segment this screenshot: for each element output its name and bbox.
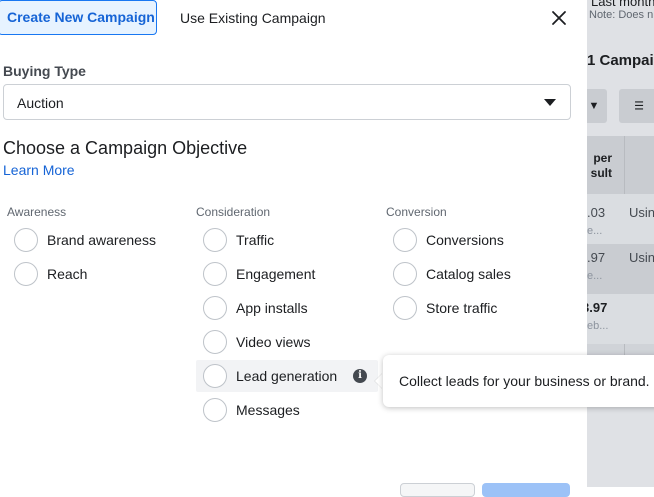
cost-value: 3.97 bbox=[587, 300, 608, 315]
date-note: Note: Does n bbox=[589, 9, 654, 21]
attribution-value: Usin bbox=[629, 250, 654, 265]
radio-button[interactable] bbox=[203, 398, 227, 422]
cost-value: .03 bbox=[587, 205, 606, 220]
option-label: Lead generation bbox=[236, 368, 338, 384]
objective-app-installs[interactable]: App installs bbox=[196, 292, 308, 324]
objective-traffic[interactable]: Traffic bbox=[196, 224, 274, 256]
header-line-1: per bbox=[593, 151, 612, 165]
buying-type-label: Buying Type bbox=[3, 63, 86, 79]
column-header-consideration: Consideration bbox=[196, 205, 271, 219]
buying-type-value: Auction bbox=[17, 95, 64, 111]
cost-sub: e... bbox=[587, 225, 603, 237]
radio-button[interactable] bbox=[203, 330, 227, 354]
objective-brand-awareness[interactable]: Brand awareness bbox=[7, 224, 156, 256]
radio-button[interactable] bbox=[203, 228, 227, 252]
lead-generation-tooltip: Collect leads for your business or brand… bbox=[383, 355, 654, 407]
option-label: Reach bbox=[47, 266, 88, 282]
option-label: Brand awareness bbox=[47, 232, 156, 248]
radio-button[interactable] bbox=[393, 262, 417, 286]
option-label: Video views bbox=[236, 334, 311, 350]
option-label: Traffic bbox=[236, 232, 275, 248]
tab-use-existing-campaign[interactable]: Use Existing Campaign bbox=[180, 10, 326, 26]
table-row: .97 e... Usin bbox=[587, 244, 654, 294]
radio-button[interactable] bbox=[203, 364, 227, 388]
option-label: Store traffic bbox=[426, 300, 498, 316]
buying-type-select[interactable]: Auction bbox=[3, 84, 571, 120]
header-line-2: sult bbox=[590, 166, 612, 180]
cost-value: .97 bbox=[587, 250, 606, 265]
tooltip-arrow bbox=[375, 373, 383, 389]
radio-button[interactable] bbox=[393, 228, 417, 252]
objective-store-traffic[interactable]: Store traffic bbox=[386, 292, 497, 324]
option-label: App installs bbox=[236, 300, 308, 316]
objective-conversions[interactable]: Conversions bbox=[386, 224, 504, 256]
dropdown-button: ▼ bbox=[587, 89, 607, 123]
background-ads-manager: Last month Note: Does n 1 Campai ▼ ☰ per… bbox=[587, 0, 654, 487]
objective-video-views[interactable]: Video views bbox=[196, 326, 310, 358]
cost-sub: eb... bbox=[587, 320, 609, 332]
attribution-value: Usin bbox=[629, 205, 654, 220]
caret-down-icon: ▼ bbox=[588, 100, 600, 112]
continue-button[interactable] bbox=[482, 483, 570, 497]
breakdown-icon: ☰ bbox=[634, 100, 644, 113]
breakdown-button: ☰ bbox=[619, 89, 654, 123]
option-label: Engagement bbox=[236, 266, 316, 282]
radio-button[interactable] bbox=[203, 296, 227, 320]
option-label: Catalog sales bbox=[426, 266, 511, 282]
cost-sub: e... bbox=[587, 270, 603, 282]
option-label: Messages bbox=[236, 402, 300, 418]
date-range-label: Last month bbox=[591, 0, 654, 9]
caret-down-icon bbox=[544, 99, 556, 106]
table-header-cost-per-result: per sult bbox=[587, 136, 654, 194]
objective-catalog-sales[interactable]: Catalog sales bbox=[386, 258, 511, 290]
radio-button[interactable] bbox=[14, 228, 38, 252]
table-row: 3.97 eb... bbox=[587, 294, 654, 344]
objective-heading: Choose a Campaign Objective bbox=[3, 138, 248, 158]
create-campaign-dialog: Create New Campaign Use Existing Campaig… bbox=[0, 0, 587, 497]
tab-create-new-campaign[interactable]: Create New Campaign bbox=[0, 0, 157, 35]
campaigns-count-title: 1 Campai bbox=[587, 52, 654, 69]
column-header-awareness: Awareness bbox=[7, 205, 67, 219]
learn-more-link[interactable]: Learn More bbox=[3, 162, 75, 178]
radio-button[interactable] bbox=[14, 262, 38, 286]
close-icon[interactable] bbox=[550, 9, 568, 27]
objective-engagement[interactable]: Engagement bbox=[196, 258, 315, 290]
objective-lead-generation[interactable]: Lead generation i bbox=[196, 360, 378, 392]
info-icon[interactable]: i bbox=[353, 369, 367, 383]
objective-messages[interactable]: Messages bbox=[196, 394, 300, 426]
column-header-conversion: Conversion bbox=[386, 205, 447, 219]
option-label: Conversions bbox=[426, 232, 504, 248]
radio-button[interactable] bbox=[393, 296, 417, 320]
table-row: .03 e... Usin bbox=[587, 194, 654, 244]
cancel-button[interactable] bbox=[400, 483, 475, 497]
objective-reach[interactable]: Reach bbox=[7, 258, 87, 290]
radio-button[interactable] bbox=[203, 262, 227, 286]
